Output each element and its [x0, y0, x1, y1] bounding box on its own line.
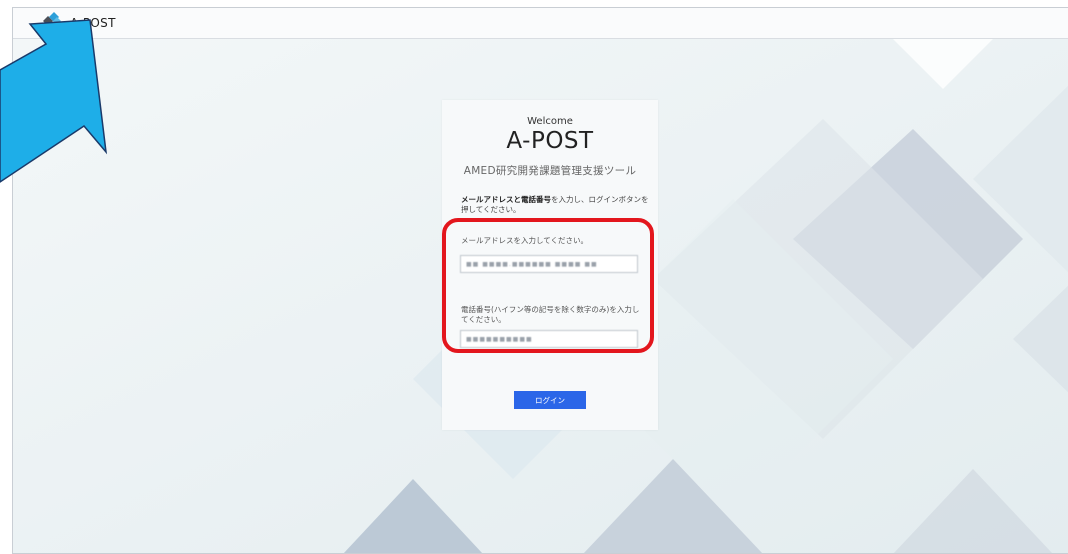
- login-card: Welcome A-POST AMED研究開発課題管理支援ツール メールアドレス…: [442, 100, 658, 430]
- browser-viewport: AMED A-POST Welcome A-POST AMED研究開発課題管理支…: [12, 7, 1068, 554]
- login-subtitle: AMED研究開発課題管理支援ツール: [463, 165, 637, 177]
- email-label: メールアドレスを入力してください。: [461, 236, 589, 245]
- phone-input[interactable]: ■■■■■■■■■■: [460, 330, 638, 348]
- login-instruction: メールアドレスと電話番号を入力し、ログインボタンを押してください。: [461, 195, 651, 215]
- login-title: A-POST: [506, 128, 594, 154]
- email-input[interactable]: ■■ ■■■■.■■■■■■ ■■■■ ■■: [460, 255, 638, 273]
- login-button[interactable]: ログイン: [514, 391, 586, 409]
- instruction-phone-term: 電話番号: [521, 195, 551, 204]
- welcome-text: Welcome: [527, 116, 573, 127]
- instruction-email-term: メールアドレス: [461, 195, 514, 204]
- top-nav-bar: AMED A-POST: [13, 8, 1068, 39]
- pointer-arrow-icon: [0, 19, 108, 183]
- phone-label: 電話番号(ハイフン等の記号を除く数字のみ)を入力してください。: [461, 305, 640, 324]
- instruction-conjunction: と: [513, 195, 522, 204]
